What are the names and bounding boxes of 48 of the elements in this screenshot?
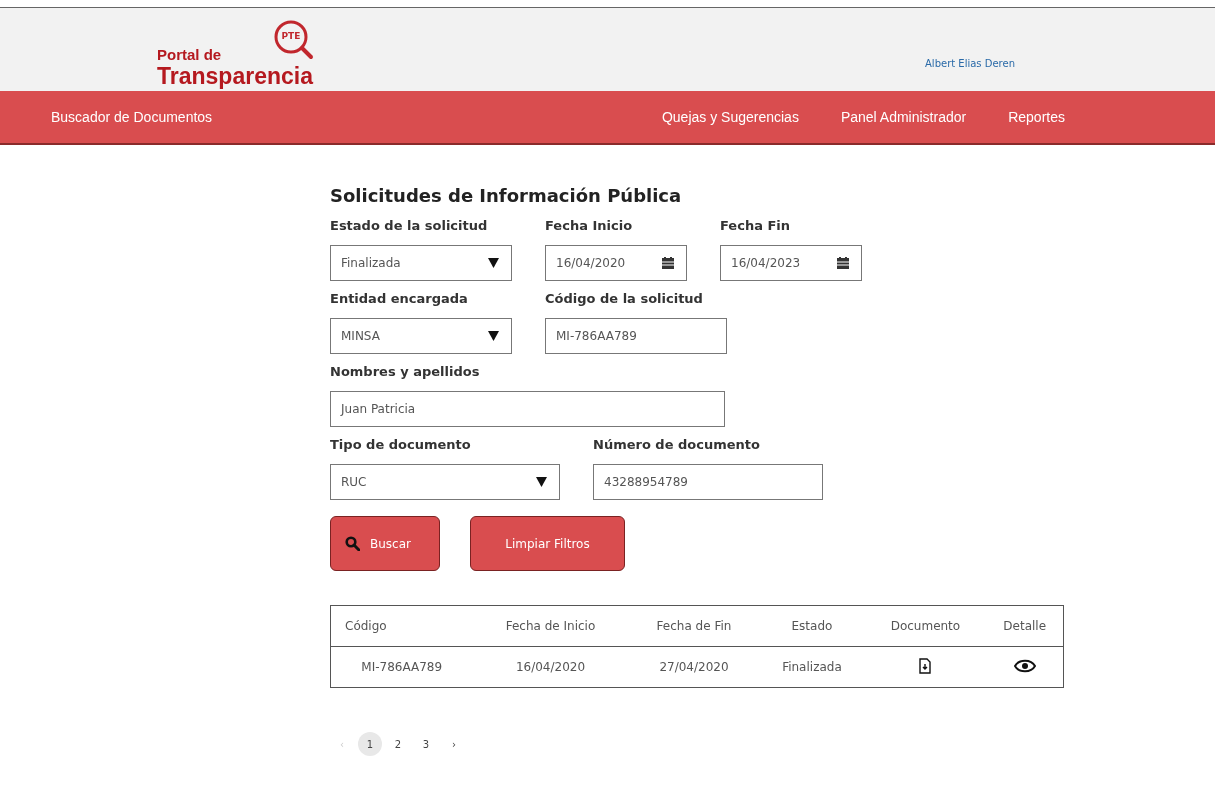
- date-field[interactable]: 16/04/2020: [545, 245, 687, 281]
- page-title: Solicitudes de Información Pública: [330, 185, 683, 206]
- caret-icon: [488, 258, 499, 268]
- nav-link[interactable]: Buscador de Documentos: [51, 109, 213, 125]
- logo-title: Transparencia: [157, 63, 313, 89]
- search-icon: [345, 536, 360, 551]
- text-field[interactable]: Juan Patricia: [330, 391, 725, 427]
- nav-link[interactable]: Quejas y Sugerencias: [661, 109, 799, 125]
- column-header: Detalle: [1003, 619, 1047, 633]
- search-button[interactable]: Buscar: [330, 516, 440, 571]
- date-field[interactable]: 16/04/2023: [720, 245, 862, 281]
- caret-icon: [536, 477, 547, 487]
- calendar-icon: [662, 257, 674, 269]
- column-header: Documento: [890, 619, 961, 633]
- select-field[interactable]: Finalizada: [330, 245, 512, 281]
- column-header: Fecha de Inicio: [505, 619, 596, 633]
- logo-text: Portal de: [157, 47, 223, 63]
- table-cell: 16/04/2020: [515, 660, 586, 674]
- page-link[interactable]: 3: [414, 732, 438, 756]
- column-header: Código: [345, 619, 387, 633]
- nav-link[interactable]: Reportes: [1008, 109, 1065, 125]
- field-label: Fecha Inicio: [545, 218, 634, 233]
- table-cell: Finalizada: [782, 660, 842, 674]
- text-field[interactable]: MI-786AA789: [545, 318, 727, 354]
- column-header: Estado: [791, 619, 833, 633]
- field-label: Entidad encargada: [330, 291, 469, 306]
- table-cell: MI-786AA789: [361, 660, 443, 674]
- field-label: Nombres y apellidos: [330, 364, 481, 379]
- field-label: Tipo de documento: [330, 437, 472, 452]
- clear-button[interactable]: Limpiar Filtros: [470, 516, 625, 571]
- field-label: Estado de la solicitud: [330, 218, 489, 233]
- field-label: Código de la solicitud: [545, 291, 704, 306]
- text-field[interactable]: 43288954789: [593, 464, 823, 500]
- select-field[interactable]: RUC: [330, 464, 560, 500]
- nav-link[interactable]: Panel Administrador: [840, 109, 967, 125]
- field-label: Número de documento: [593, 437, 761, 452]
- document-download-icon[interactable]: [919, 657, 932, 674]
- eye-icon[interactable]: [1013, 658, 1036, 673]
- page-link[interactable]: 1: [358, 732, 382, 756]
- next-page[interactable]: ›: [442, 732, 466, 756]
- caret-icon: [488, 331, 499, 341]
- column-header: Fecha de Fin: [656, 619, 732, 633]
- table-cell: 27/04/2020: [659, 660, 729, 674]
- field-label: Fecha Fin: [720, 218, 792, 233]
- user-link[interactable]: Albert Elias Deren: [925, 58, 1015, 69]
- calendar-icon: [837, 257, 849, 269]
- page-link[interactable]: 2: [386, 732, 410, 756]
- select-field[interactable]: MINSA: [330, 318, 512, 354]
